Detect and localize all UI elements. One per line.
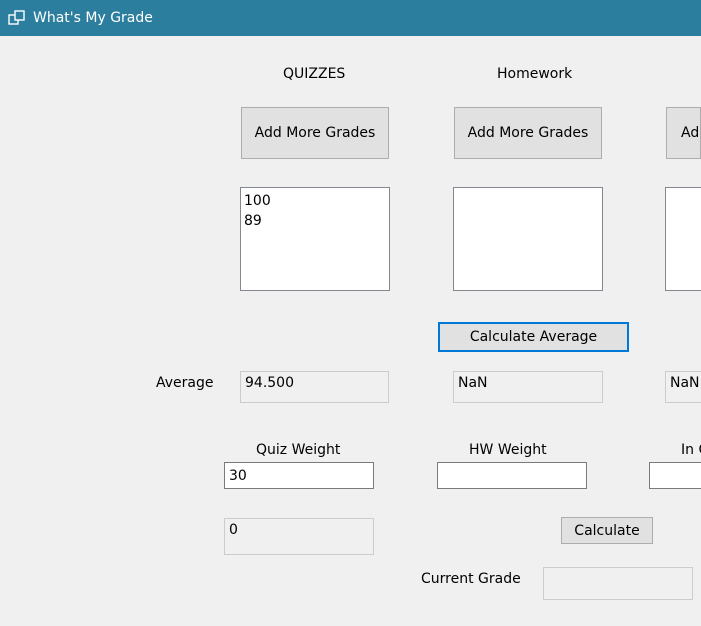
current-grade-field [543,567,693,600]
calculate-average-button[interactable]: Calculate Average [438,322,629,352]
average-label: Average [156,375,214,391]
quizzes-header: QUIZZES [283,66,346,82]
hw-weight-input[interactable] [437,462,587,489]
list-item[interactable]: 100 [244,191,389,211]
window-title: What's My Grade [33,10,153,26]
third-weight-input[interactable] [649,462,701,489]
homework-header: Homework [497,66,573,82]
third-grades-list[interactable] [665,187,701,291]
title-bar: What's My Grade [0,0,701,36]
third-weight-label: In C [681,442,701,458]
quiz-weight-label: Quiz Weight [256,442,341,458]
quiz-weight-input[interactable]: 30 [224,462,374,489]
homework-average-field: NaN [453,371,603,403]
third-add-grades-button[interactable]: Ad [666,107,701,159]
homework-grades-list[interactable] [453,187,603,291]
quizzes-average-field: 94.500 [240,371,389,403]
third-average-field: NaN [665,371,701,403]
weighted-result-field: 0 [224,518,374,555]
current-grade-label: Current Grade [421,571,521,587]
list-item[interactable]: 89 [244,211,389,231]
quizzes-grades-list[interactable]: 100 89 [240,187,390,291]
app-window-icon [8,10,25,25]
hw-weight-label: HW Weight [469,442,547,458]
quizzes-add-grades-button[interactable]: Add More Grades [241,107,389,159]
homework-add-grades-button[interactable]: Add More Grades [454,107,602,159]
calculate-button[interactable]: Calculate [561,517,653,544]
